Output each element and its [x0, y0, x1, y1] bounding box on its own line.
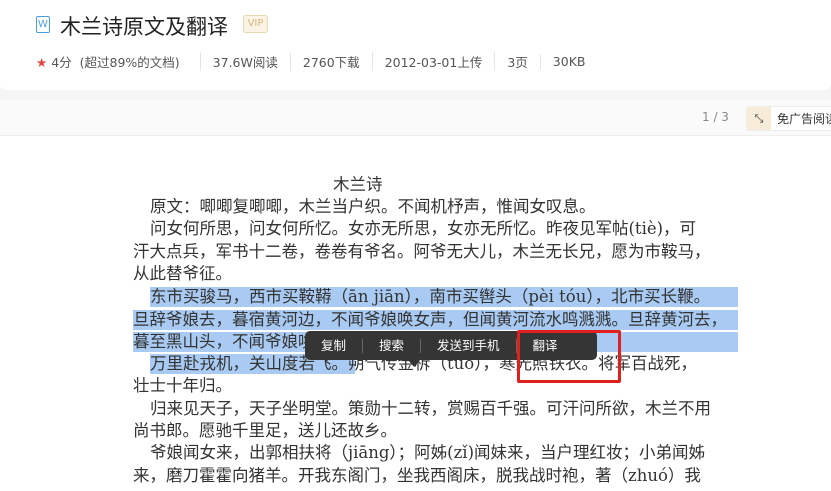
vip-badge: VIP	[243, 15, 268, 33]
search-button[interactable]: 搜索	[363, 338, 422, 353]
page-indicator: 1 / 3	[702, 110, 729, 124]
popup-arrow	[408, 360, 420, 367]
doc-meta: ★ 4分 (超过89%的文档) 37.6W阅读 2760下载 2012-03-01…	[36, 52, 622, 71]
viewer-toolbar: 1 / 3 ⤡免广告阅读	[0, 100, 831, 136]
highlight-annotation-box	[517, 330, 621, 383]
send-to-phone-button[interactable]: 发送到手机	[421, 338, 517, 353]
word-file-icon: W	[36, 16, 50, 33]
copy-button[interactable]: 复制	[305, 338, 364, 353]
upload-date: 2012-03-01上传	[371, 52, 495, 71]
page-count: 3页	[494, 52, 539, 71]
doc-title: 木兰诗原文及翻译	[60, 15, 228, 39]
star-icon: ★	[36, 55, 48, 70]
expand-icon: ⤡	[747, 107, 771, 130]
doc-info-card: W 木兰诗原文及翻译 VIP ★ 4分 (超过89%的文档) 37.6W阅读 27…	[0, 0, 831, 90]
reads: 37.6W阅读	[199, 52, 290, 71]
rating-note: (超过89%的文档)	[79, 55, 180, 70]
file-size: 30KB	[539, 54, 598, 69]
ad-free-button[interactable]: ⤡免广告阅读	[746, 106, 831, 131]
doc-viewer: 1 / 3 ⤡免广告阅读	[0, 100, 831, 491]
downloads: 2760下载	[289, 52, 372, 71]
rating: 4分	[51, 55, 72, 70]
